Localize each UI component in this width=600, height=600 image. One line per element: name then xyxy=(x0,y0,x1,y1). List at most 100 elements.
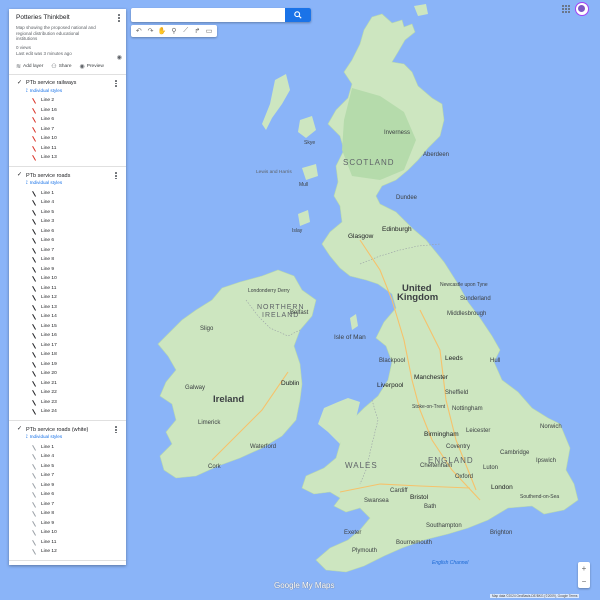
layer-name[interactable]: PTb service roads xyxy=(26,173,113,179)
list-item[interactable]: Line 9 xyxy=(33,480,126,490)
list-item[interactable]: Line 21 xyxy=(33,378,126,388)
list-item[interactable]: Line 14 xyxy=(33,312,126,322)
hand-icon[interactable]: ✋ xyxy=(157,26,167,36)
list-item-label: Line 8 xyxy=(41,511,55,517)
list-item[interactable]: Line 16 xyxy=(33,105,126,115)
share-button[interactable]: ⚇ Share xyxy=(51,63,71,70)
map-description[interactable]: Map showing the proposed national and re… xyxy=(16,25,119,42)
list-item[interactable]: Line 11 xyxy=(33,143,126,153)
list-item[interactable]: Line 1 xyxy=(33,442,126,452)
list-item[interactable]: Line 18 xyxy=(33,350,126,360)
redo-icon[interactable]: ↷ xyxy=(146,26,156,36)
list-item[interactable]: Line 12 xyxy=(33,293,126,303)
list-item[interactable]: Line 2 xyxy=(33,96,126,106)
label-southampton: Southampton xyxy=(426,523,462,529)
layer-name[interactable]: PTb service railways xyxy=(26,80,113,86)
list-item[interactable]: Line 20 xyxy=(33,369,126,379)
list-item-label: Line 6 xyxy=(41,117,55,123)
label-cork: Cork xyxy=(208,464,221,470)
line-icon xyxy=(33,286,38,291)
panel-actions: ≋ Add layer ⚇ Share ◉ Preview xyxy=(9,57,126,75)
list-item[interactable]: Line 10 xyxy=(33,528,126,538)
avatar[interactable] xyxy=(575,2,589,16)
list-item[interactable]: Line 23 xyxy=(33,397,126,407)
zoom-out-button[interactable]: − xyxy=(582,577,587,586)
list-item[interactable]: Line 13 xyxy=(33,302,126,312)
individual-styles-label: Individual styles xyxy=(29,434,63,440)
list-item[interactable]: Line 11 xyxy=(33,537,126,547)
search-bar[interactable] xyxy=(131,8,311,22)
list-item[interactable]: Line 17 xyxy=(33,340,126,350)
layer-options-icon[interactable] xyxy=(113,426,119,434)
label-kingdom: Kingdom xyxy=(397,292,439,303)
list-item[interactable]: Line 7 xyxy=(33,245,126,255)
list-item[interactable]: Line 3 xyxy=(33,217,126,227)
layer-checkbox[interactable]: ✓ xyxy=(17,172,22,178)
list-item[interactable]: Line 11 xyxy=(33,283,126,293)
list-item[interactable]: Line 7 xyxy=(33,499,126,509)
line-icon xyxy=(33,445,38,450)
individual-styles-link[interactable]: ⟟ Individual styles xyxy=(9,433,126,442)
marker-icon[interactable]: ⚲ xyxy=(169,26,179,36)
list-item[interactable]: Line 15 xyxy=(33,321,126,331)
list-item[interactable]: Line 24 xyxy=(33,407,126,417)
more-options-icon[interactable] xyxy=(116,14,122,22)
apps-grid-icon[interactable] xyxy=(562,5,570,13)
list-item[interactable]: Line 8 xyxy=(33,509,126,519)
ruler-icon[interactable]: ▭ xyxy=(204,26,214,36)
preview-button[interactable]: ◉ Preview xyxy=(80,63,104,70)
list-item[interactable]: Line 6 xyxy=(33,115,126,125)
list-item[interactable]: Line 22 xyxy=(33,388,126,398)
list-item[interactable]: Line 6 xyxy=(33,490,126,500)
eye-icon[interactable]: ◉ xyxy=(117,54,122,61)
add-layer-button[interactable]: ≋ Add layer xyxy=(16,63,43,70)
individual-styles-link[interactable]: ⟟ Individual styles xyxy=(9,179,126,188)
layer-options-icon[interactable] xyxy=(113,172,119,180)
directions-icon[interactable]: ↱ xyxy=(192,26,202,36)
draw-line-icon[interactable]: ⟋ xyxy=(181,26,191,36)
list-item-label: Line 11 xyxy=(41,145,57,151)
line-icon xyxy=(33,400,38,405)
zoom-in-button[interactable]: + xyxy=(582,564,587,573)
list-item[interactable]: Line 10 xyxy=(33,274,126,284)
list-item[interactable]: Line 4 xyxy=(33,452,126,462)
map-attribution[interactable]: Map data ©2024 GeoBasis-DE/BKG (©2009), … xyxy=(490,594,580,598)
list-item[interactable]: Line 19 xyxy=(33,359,126,369)
list-item[interactable]: Line 7 xyxy=(33,124,126,134)
undo-icon[interactable]: ↶ xyxy=(134,26,144,36)
layer-name[interactable]: PTb service roads (white) xyxy=(26,427,113,433)
label-ipswich: Ipswich xyxy=(536,458,557,464)
layer-checkbox[interactable]: ✓ xyxy=(17,80,22,86)
list-item[interactable]: Line 6 xyxy=(33,226,126,236)
label-lewis: Lewis and Harris xyxy=(256,170,292,175)
list-item[interactable]: Line 8 xyxy=(33,255,126,265)
list-item[interactable]: Line 9 xyxy=(33,264,126,274)
list-item[interactable]: Line 5 xyxy=(33,207,126,217)
layer-header[interactable]: ✓ PTb service railways xyxy=(9,75,126,87)
layer-checkbox[interactable]: ✓ xyxy=(17,426,22,432)
view-count: 0 views xyxy=(16,44,32,50)
line-icon xyxy=(33,464,38,469)
list-item[interactable]: Line 9 xyxy=(33,518,126,528)
list-item[interactable]: Line 16 xyxy=(33,331,126,341)
list-item[interactable]: Line 10 xyxy=(33,134,126,144)
list-item[interactable]: Line 12 xyxy=(33,547,126,557)
list-item-label: Line 12 xyxy=(41,549,57,555)
individual-styles-link[interactable]: ⟟ Individual styles xyxy=(9,87,126,96)
map-title[interactable]: Potteries Thinkbelt xyxy=(16,14,119,21)
list-item[interactable]: Line 6 xyxy=(33,236,126,246)
layer-header[interactable]: ✓ PTb service roads (white) xyxy=(9,421,126,434)
list-item[interactable]: Line 1 xyxy=(33,188,126,198)
list-item[interactable]: Line 5 xyxy=(33,461,126,471)
layer-section: ✓ PTb service railways ⟟ Individual styles L… xyxy=(9,75,126,168)
search-input[interactable] xyxy=(131,8,285,22)
label-norwich: Norwich xyxy=(540,424,562,430)
list-item[interactable]: Line 7 xyxy=(33,471,126,481)
list-item[interactable]: Line 13 xyxy=(33,153,126,163)
search-button[interactable] xyxy=(285,8,311,22)
layer-header[interactable]: ✓ PTb service roads xyxy=(9,167,126,180)
list-item[interactable]: Line 4 xyxy=(33,198,126,208)
list-item-label: Line 13 xyxy=(41,304,57,310)
layer-options-icon[interactable] xyxy=(113,79,119,87)
label-ireland: Ireland xyxy=(213,394,245,405)
